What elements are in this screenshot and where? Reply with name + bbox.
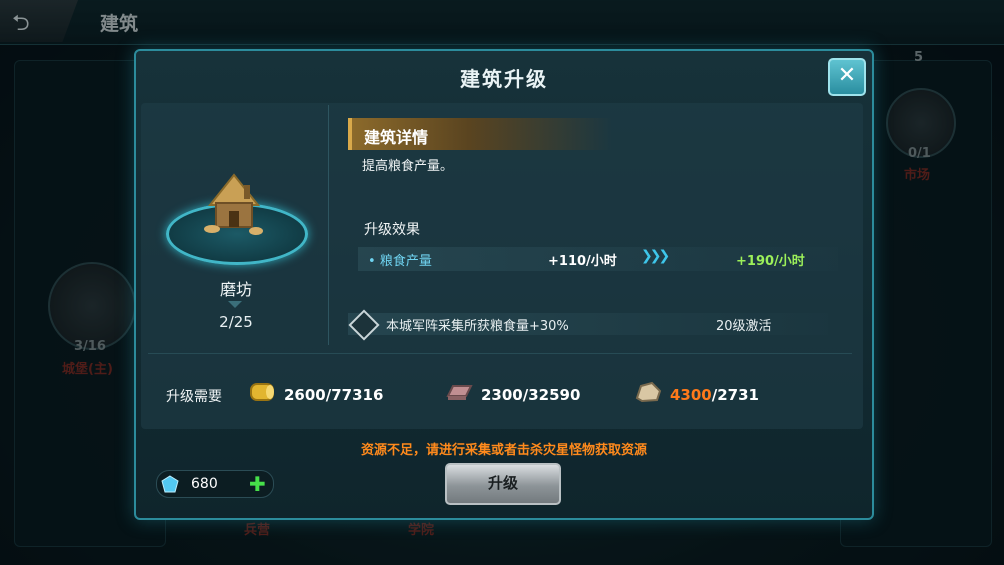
insufficient-resources-warning: 资源不足，请进行采集或者击杀灾星怪物获取资源	[360, 443, 647, 458]
wood-amount: 2600/77316	[284, 386, 384, 404]
stone-amount: 4300/2731	[670, 386, 759, 404]
effect-current-value: +110/小时	[548, 254, 617, 269]
resource-stone: 4300/2731	[634, 378, 784, 408]
close-button[interactable]: ✕	[828, 58, 866, 96]
vertical-divider	[328, 105, 329, 345]
details-header-label: 建筑详情	[364, 128, 429, 147]
stone-have-insufficient: 4300	[670, 386, 712, 404]
details-header: 建筑详情	[348, 118, 612, 150]
horizontal-divider	[148, 353, 852, 354]
ability-unlock-level: 20级激活	[716, 319, 772, 334]
effect-row: • 粮食产量 +110/小时 ❯❯❯ +190/小时	[358, 247, 838, 271]
dialog-title: 建筑升级	[460, 67, 548, 91]
stone-icon	[635, 381, 662, 403]
requirements-label: 升级需要	[166, 389, 222, 405]
mill-building-icon	[204, 173, 263, 235]
building-level: 2/25	[219, 313, 253, 331]
gem-icon	[161, 475, 179, 493]
ability-row: 本城军阵采集所获粮食量+30% 20级激活	[348, 309, 828, 341]
ability-text: 本城军阵采集所获粮食量+30%	[386, 319, 569, 334]
upgrade-dialog: 建筑升级 ✕ 磨坊 2/25 建筑详情 提高粮食产量。 升级效果 • 粮食产量 …	[134, 49, 874, 520]
building-name: 磨坊	[219, 280, 252, 299]
chevron-right-icon: ❯❯❯	[641, 248, 670, 264]
close-icon: ✕	[837, 63, 857, 88]
details-description: 提高粮食产量。	[362, 159, 454, 174]
resource-iron: 2300/32590	[445, 378, 595, 408]
effect-title: 升级效果	[364, 222, 420, 238]
iron-icon	[446, 385, 473, 400]
gem-balance: 680 ✚	[156, 470, 274, 498]
level-pointer-icon	[228, 301, 242, 308]
iron-amount: 2300/32590	[481, 386, 581, 404]
effect-name: • 粮食产量	[368, 254, 432, 269]
gem-count: 680	[191, 476, 218, 492]
upgrade-button[interactable]: 升级	[445, 463, 561, 505]
add-gems-button[interactable]: ✚	[249, 472, 266, 496]
resource-wood: 2600/77316	[248, 378, 398, 408]
effect-next-value: +190/小时	[736, 254, 805, 269]
wood-icon	[250, 383, 274, 401]
